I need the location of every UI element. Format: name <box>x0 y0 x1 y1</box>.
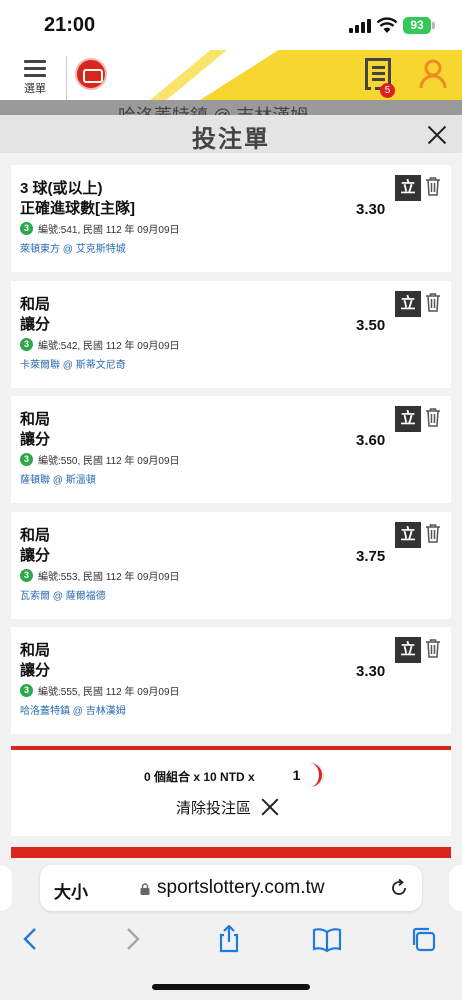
previous-tab-pill[interactable] <box>0 865 12 911</box>
bet-teams-link[interactable]: 萊頓東方 @ 艾克斯特城 <box>20 240 126 255</box>
bet-market: 讓分 <box>20 662 51 679</box>
bet-card: 和局 讓分 3.60 3 編號:550, 民國 112 年 09月09日 薩頓聯… <box>11 396 451 503</box>
tabs-icon[interactable] <box>409 925 439 953</box>
trash-icon[interactable] <box>425 638 441 658</box>
wifi-icon <box>376 17 398 33</box>
bet-teams-link[interactable]: 瓦索爾 @ 薩爾福德 <box>20 587 106 602</box>
page-settings-button[interactable]: 大小 <box>54 878 88 903</box>
home-indicator <box>152 984 310 990</box>
soccer-number-icon: 3 <box>20 569 33 582</box>
soccer-number-icon: 3 <box>20 453 33 466</box>
instant-bet-button[interactable]: 立 <box>395 522 421 548</box>
cellular-signal-icon <box>349 19 371 33</box>
bet-selection: 和局 <box>20 411 51 428</box>
soccer-number-icon: 3 <box>20 338 33 351</box>
lock-icon <box>140 883 150 895</box>
bet-market: 正確進球數[主隊] <box>20 200 135 217</box>
bet-slip-title: 投注單 <box>192 126 270 153</box>
clear-bet-slip-label: 清除投注區 <box>176 799 252 817</box>
bet-market: 讓分 <box>20 547 51 564</box>
trash-icon[interactable] <box>425 523 441 543</box>
hamburger-bar <box>24 74 46 77</box>
battery-icon: 93 <box>403 17 431 34</box>
status-bar: 21:00 93 <box>0 0 462 50</box>
bet-market: 讓分 <box>20 316 51 333</box>
bet-selection: 3 球(或以上) <box>20 180 103 197</box>
instant-bet-button[interactable]: 立 <box>395 291 421 317</box>
soccer-number-icon: 3 <box>20 222 33 235</box>
bet-meta: 3 編號:542, 民國 112 年 09月09日 <box>20 337 180 352</box>
bet-card: 3 球(或以上) 正確進球數[主隊] 3.30 3 編號:541, 民國 112… <box>11 165 451 272</box>
reload-icon[interactable] <box>389 878 409 898</box>
bet-teams-link[interactable]: 哈洛蓋特鎮 @ 吉林漢姆 <box>20 702 126 717</box>
stake-multiplier-input[interactable]: 1 <box>274 763 322 787</box>
bet-card: 和局 讓分 3.50 3 編號:542, 民國 112 年 09月09日 卡萊爾… <box>11 281 451 388</box>
bet-slip-header: 投注單 <box>0 115 462 153</box>
menu-button[interactable]: 選單 <box>20 58 50 98</box>
browser-toolbar: 大小 sportslottery.com.tw <box>0 858 462 1000</box>
bet-meta-text: 編號:553, 民國 112 年 09月09日 <box>38 572 180 583</box>
bet-teams-link[interactable]: 薩頓聯 @ 斯溫頓 <box>20 471 96 486</box>
sports-lottery-logo[interactable] <box>75 58 107 90</box>
bet-slip-body: 3 球(或以上) 正確進球數[主隊] 3.30 3 編號:541, 民國 112… <box>0 153 462 858</box>
header-divider <box>66 56 67 100</box>
bet-card: 和局 讓分 3.75 3 編號:553, 民國 112 年 09月09日 瓦索爾… <box>11 512 451 619</box>
status-time: 21:00 <box>44 14 96 36</box>
bet-selection: 和局 <box>20 296 51 313</box>
back-icon[interactable] <box>16 925 46 953</box>
browser-nav-row <box>0 921 462 957</box>
soccer-number-icon: 3 <box>20 684 33 697</box>
bet-meta-text: 編號:542, 民國 112 年 09月09日 <box>38 341 180 352</box>
address-bar[interactable]: 大小 sportslottery.com.tw <box>40 865 422 911</box>
share-icon[interactable] <box>214 925 244 953</box>
bet-odds: 3.75 <box>356 548 386 565</box>
clear-icon <box>259 796 281 818</box>
bet-meta-text: 編號:550, 民國 112 年 09月09日 <box>38 456 180 467</box>
bet-summary: 0 個組合 x 10 NTD x 1 清除投注區 <box>11 746 451 836</box>
combo-summary-text: 0 個組合 x 10 NTD x <box>144 770 255 784</box>
hamburger-bar <box>24 67 46 70</box>
battery-tip <box>432 22 435 29</box>
instant-bet-button[interactable]: 立 <box>395 637 421 663</box>
bet-meta-text: 編號:541, 民國 112 年 09月09日 <box>38 225 180 236</box>
url-text[interactable]: sportslottery.com.tw <box>157 877 325 899</box>
next-tab-pill[interactable] <box>449 865 462 911</box>
close-icon[interactable] <box>424 122 450 148</box>
bet-meta-text: 編號:555, 民國 112 年 09月09日 <box>38 687 180 698</box>
bet-card: 和局 讓分 3.30 3 編號:555, 民國 112 年 09月09日 哈洛蓋… <box>11 627 451 734</box>
bet-teams-link[interactable]: 卡萊爾聯 @ 斯蒂文尼奇 <box>20 356 126 371</box>
app-header: 選單 5 <box>0 50 462 100</box>
bet-market: 讓分 <box>20 431 51 448</box>
bet-odds: 3.30 <box>356 663 386 680</box>
clear-bet-slip-button[interactable]: 清除投注區 <box>176 796 281 818</box>
bet-meta: 3 編號:541, 民國 112 年 09月09日 <box>20 221 180 236</box>
hamburger-icon <box>24 60 46 63</box>
bet-meta: 3 編號:555, 民國 112 年 09月09日 <box>20 683 180 698</box>
trash-icon[interactable] <box>425 407 441 427</box>
instant-bet-button[interactable]: 立 <box>395 175 421 201</box>
forward-icon[interactable] <box>117 925 147 953</box>
instant-bet-button[interactable]: 立 <box>395 406 421 432</box>
bet-count-badge: 5 <box>380 83 395 98</box>
bet-meta: 3 編號:550, 民國 112 年 09月09日 <box>20 452 180 467</box>
bet-meta: 3 編號:553, 民國 112 年 09月09日 <box>20 568 180 583</box>
submit-bar-peek <box>11 847 451 858</box>
user-icon[interactable] <box>418 58 448 90</box>
menu-label: 選單 <box>24 83 46 95</box>
trash-icon[interactable] <box>425 176 441 196</box>
bet-odds: 3.60 <box>356 432 386 449</box>
bet-odds: 3.50 <box>356 317 386 334</box>
bet-selection: 和局 <box>20 527 51 544</box>
trash-icon[interactable] <box>425 292 441 312</box>
bet-selection: 和局 <box>20 642 51 659</box>
bookmarks-icon[interactable] <box>312 925 342 953</box>
bet-odds: 3.30 <box>356 201 386 218</box>
